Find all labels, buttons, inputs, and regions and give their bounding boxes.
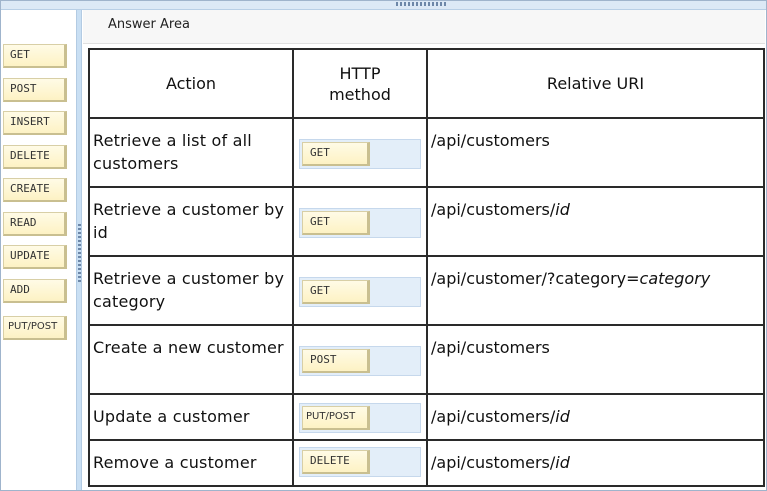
action-cell: Retrieve a list of all customers	[88, 117, 294, 188]
source-item-insert[interactable]: INSERT	[3, 111, 67, 135]
method-cell: GET	[292, 255, 428, 326]
uri-text: /api/customers	[428, 326, 763, 359]
source-item-delete[interactable]: DELETE	[3, 145, 67, 169]
action-cell: Retrieve a customer by category	[88, 255, 294, 326]
uri-cell: /api/customers	[426, 117, 765, 188]
action-text: Remove a customer	[93, 453, 257, 472]
source-items-pane: GET POST INSERT DELETE CREATE READ UPDAT…	[0, 10, 76, 491]
splitter-grip-icon[interactable]	[78, 224, 81, 282]
uri-param: id	[555, 453, 570, 472]
uri-text: /api/customers	[428, 119, 763, 152]
table-row: Retrieve a customer by id GET /api/custo…	[88, 186, 765, 257]
action-cell: Retrieve a customer by id	[88, 186, 294, 257]
uri-text: /api/customers/id	[428, 188, 763, 221]
uri-param: category	[639, 269, 711, 288]
table-row: Update a customer PUT/POST /api/customer…	[88, 393, 765, 441]
method-cell: POST	[292, 324, 428, 395]
method-drop-target[interactable]: GET	[299, 139, 421, 169]
answer-area-header: Answer Area	[83, 10, 765, 44]
uri-text: /api/customer/?category=category	[428, 257, 763, 290]
column-header-http-method: HTTP method	[292, 48, 428, 119]
placed-method-item[interactable]: GET	[302, 280, 370, 304]
method-drop-target[interactable]: DELETE	[299, 447, 421, 477]
table-row: Remove a customer DELETE /api/customers/…	[88, 439, 765, 487]
answer-table: Action HTTP method Relative URI Retrieve…	[88, 48, 765, 487]
method-cell: GET	[292, 117, 428, 188]
action-text: Retrieve a list of all customers	[93, 131, 252, 173]
placed-method-item[interactable]: POST	[302, 349, 370, 373]
method-cell: DELETE	[292, 439, 428, 487]
table-row: Create a new customer POST /api/customer…	[88, 324, 765, 395]
source-item-create[interactable]: CREATE	[3, 178, 67, 202]
column-header-http-method-text: HTTP method	[329, 63, 391, 104]
pane-splitter[interactable]	[76, 10, 82, 491]
answer-area-title: Answer Area	[108, 17, 190, 32]
uri-text: /api/customers/id	[428, 395, 763, 428]
source-item-update[interactable]: UPDATE	[3, 245, 67, 269]
action-text: Retrieve a customer by category	[93, 269, 285, 311]
uri-base: /api/customers/	[431, 453, 556, 472]
uri-cell: /api/customers/id	[426, 439, 765, 487]
placed-method-item[interactable]: PUT/POST	[302, 406, 370, 430]
action-text: Retrieve a customer by id	[93, 200, 285, 242]
resize-grip-icon[interactable]	[396, 2, 448, 6]
uri-cell: /api/customer/?category=category	[426, 255, 765, 326]
source-item-put-post[interactable]: PUT/POST	[3, 316, 67, 340]
uri-param: id	[555, 200, 570, 219]
placed-method-item[interactable]: GET	[302, 211, 370, 235]
method-drop-target[interactable]: PUT/POST	[299, 403, 421, 433]
top-resize-bar[interactable]	[0, 0, 767, 10]
table-header-row: Action HTTP method Relative URI	[88, 48, 765, 119]
action-text: Create a new customer	[93, 338, 284, 357]
uri-base: /api/customers/	[431, 407, 556, 426]
method-cell: PUT/POST	[292, 393, 428, 441]
method-drop-target[interactable]: POST	[299, 346, 421, 376]
source-item-post[interactable]: POST	[3, 78, 67, 102]
uri-base: /api/customer/?category=	[431, 269, 640, 288]
table-row: Retrieve a customer by category GET /api…	[88, 255, 765, 326]
action-cell: Update a customer	[88, 393, 294, 441]
method-drop-target[interactable]: GET	[299, 277, 421, 307]
uri-base: /api/customers	[431, 338, 550, 357]
column-header-relative-uri: Relative URI	[426, 48, 765, 119]
method-drop-target[interactable]: GET	[299, 208, 421, 238]
uri-param: id	[555, 407, 570, 426]
column-header-action: Action	[88, 48, 294, 119]
placed-method-item[interactable]: GET	[302, 142, 370, 166]
source-item-get[interactable]: GET	[3, 44, 67, 68]
uri-text: /api/customers/id	[428, 441, 763, 474]
table-row: Retrieve a list of all customers GET /ap…	[88, 117, 765, 188]
source-item-add[interactable]: ADD	[3, 279, 67, 303]
uri-base: /api/customers/	[431, 200, 556, 219]
action-text: Update a customer	[93, 407, 250, 426]
uri-cell: /api/customers	[426, 324, 765, 395]
uri-cell: /api/customers/id	[426, 186, 765, 257]
action-cell: Create a new customer	[88, 324, 294, 395]
source-item-read[interactable]: READ	[3, 212, 67, 236]
placed-method-item[interactable]: DELETE	[302, 450, 370, 474]
uri-base: /api/customers	[431, 131, 550, 150]
method-cell: GET	[292, 186, 428, 257]
action-cell: Remove a customer	[88, 439, 294, 487]
uri-cell: /api/customers/id	[426, 393, 765, 441]
